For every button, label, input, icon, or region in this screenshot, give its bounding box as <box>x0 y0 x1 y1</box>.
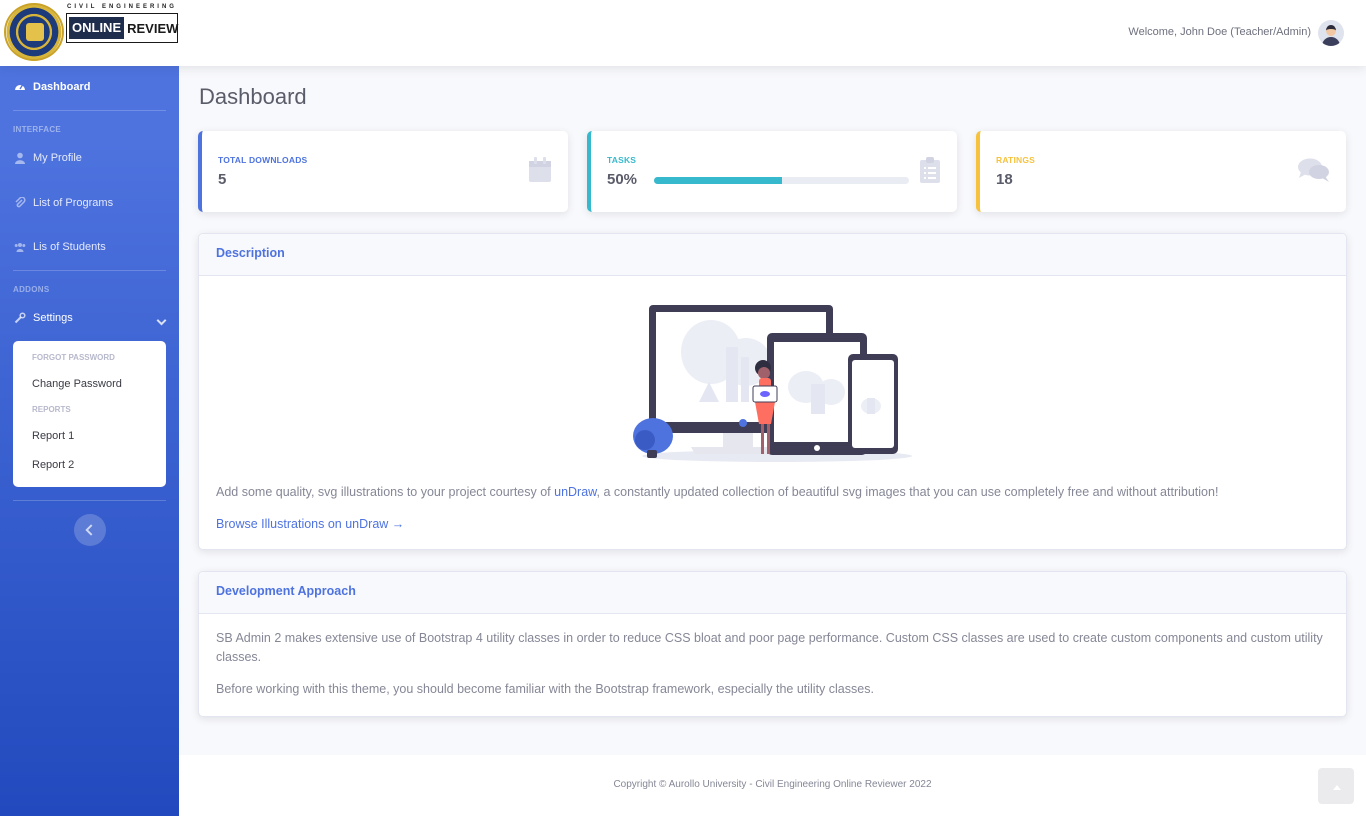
stat-card-tasks: TASKS 50% <box>587 131 957 212</box>
user-icon <box>15 152 25 164</box>
development-paragraph-1: SB Admin 2 makes extensive use of Bootst… <box>216 631 1323 664</box>
chevron-down-icon[interactable] <box>156 315 167 326</box>
comments-icon <box>1298 158 1329 182</box>
stat-label: TOTAL DOWNLOADS <box>218 155 308 165</box>
calendar-icon <box>529 157 551 182</box>
users-icon <box>14 243 26 252</box>
stat-value: 18 <box>996 171 1013 188</box>
wrench-icon <box>14 312 26 324</box>
sidebar-item-label: Lis of Students <box>33 241 106 253</box>
progress-fill <box>654 177 782 184</box>
footer: Copyright © Aurollo University - Civil E… <box>179 755 1366 816</box>
stat-card-total-downloads: TOTAL DOWNLOADS 5 <box>198 131 568 212</box>
brand-logo[interactable]: CIVIL ENGINEERING ONLINE REVIEW <box>66 4 178 43</box>
sidebar: Dashboard INTERFACE My Profile List of P… <box>0 66 179 816</box>
browse-illustrations-paragraph: Browse Illustrations on unDraw → <box>216 515 404 534</box>
sidebar-item-dashboard[interactable]: Dashboard <box>14 81 90 93</box>
sidebar-item-label: List of Programs <box>33 197 114 209</box>
development-approach-card: Development Approach SB Admin 2 makes ex… <box>198 571 1347 717</box>
copyright-text: Copyright © Aurollo University - Civil E… <box>613 779 932 790</box>
logo-review-text: REVIEW <box>127 20 179 36</box>
settings-submenu: FORGOT PASSWORD Change Password REPORTS … <box>13 341 166 487</box>
stat-value: 5 <box>218 171 227 188</box>
description-text-before: Add some quality, svg illustrations to y… <box>216 485 555 499</box>
submenu-item-report-2[interactable]: Report 2 <box>32 459 74 471</box>
submenu-heading-reports: REPORTS <box>32 405 71 414</box>
description-card: Description Add some quality, svg illust… <box>198 233 1347 550</box>
sidebar-item-label: My Profile <box>33 152 82 164</box>
sidebar-divider <box>13 500 166 501</box>
clipboard-list-icon <box>920 157 940 183</box>
university-seal-logo[interactable] <box>4 3 64 61</box>
description-text: Add some quality, svg illustrations to y… <box>216 483 1218 502</box>
logo-online-text: ONLINE <box>69 17 125 39</box>
stat-card-ratings: RATINGS 18 <box>976 131 1346 212</box>
topbar: CIVIL ENGINEERING ONLINE REVIEW Welcome,… <box>0 0 1366 66</box>
submenu-heading-forgot-password: FORGOT PASSWORD <box>32 353 115 362</box>
browse-illustrations-link[interactable]: Browse Illustrations on unDraw → <box>216 517 404 531</box>
sidebar-item-label: Dashboard <box>33 81 91 93</box>
sidebar-item-list-of-programs[interactable]: List of Programs <box>14 197 113 209</box>
scroll-to-top-button[interactable] <box>1318 768 1354 804</box>
sidebar-item-settings[interactable]: Settings <box>14 312 73 324</box>
submenu-item-change-password[interactable]: Change Password <box>32 378 122 390</box>
sidebar-item-label: Settings <box>33 312 73 324</box>
development-paragraph-2: Before working with this theme, you shou… <box>216 682 874 696</box>
stat-label: TASKS <box>607 155 637 165</box>
devices-illustration <box>633 305 912 462</box>
tachometer-icon <box>15 84 25 90</box>
card-title: Description <box>199 234 1346 276</box>
description-text-after: , a constantly updated collection of bea… <box>596 485 1219 499</box>
sidebar-divider <box>13 270 166 271</box>
sidebar-item-my-profile[interactable]: My Profile <box>14 152 82 164</box>
stat-value: 50% <box>607 171 638 188</box>
tasks-progress-bar <box>654 177 909 184</box>
sidebar-heading-interface: INTERFACE <box>13 125 62 134</box>
sidebar-item-list-of-students[interactable]: Lis of Students <box>14 241 106 253</box>
user-welcome-text[interactable]: Welcome, John Doe (Teacher/Admin) <box>1128 26 1311 38</box>
page-title: Dashboard <box>199 84 307 109</box>
user-avatar[interactable] <box>1318 20 1344 46</box>
sidebar-divider <box>13 110 166 111</box>
sidebar-heading-addons: ADDONS <box>13 285 50 294</box>
stat-label: RATINGS <box>996 155 1036 165</box>
card-title: Development Approach <box>199 572 1346 614</box>
sidebar-toggle-button[interactable] <box>74 514 106 546</box>
undraw-link[interactable]: unDraw <box>554 485 596 499</box>
submenu-item-report-1[interactable]: Report 1 <box>32 430 74 442</box>
paperclip-icon <box>15 197 26 208</box>
logo-top-text: CIVIL ENGINEERING <box>67 4 177 10</box>
